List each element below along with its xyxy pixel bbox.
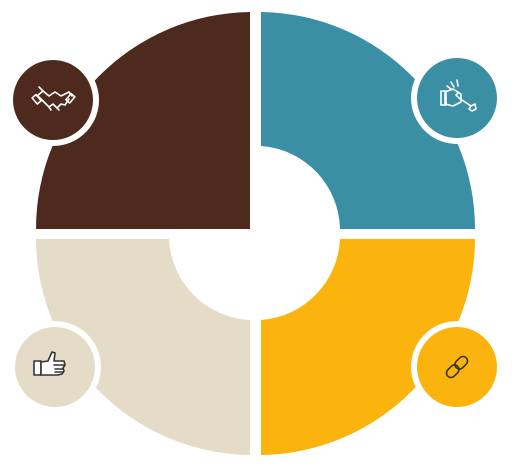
diagram-canvas xyxy=(0,0,512,467)
quadrant-diagram xyxy=(7,12,503,455)
badge-top-right xyxy=(411,52,503,144)
badge-bottom-right xyxy=(411,321,503,413)
badge-bottom-left xyxy=(9,321,101,413)
badge-top-left xyxy=(7,54,99,146)
